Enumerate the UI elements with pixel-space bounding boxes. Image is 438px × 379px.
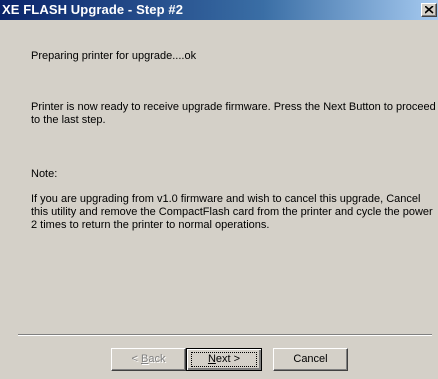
focus-ring xyxy=(191,352,257,367)
status-message: Preparing printer for upgrade....ok xyxy=(31,50,197,62)
ready-message-line2: to the last step. xyxy=(31,114,106,126)
cancel-button[interactable]: Cancel xyxy=(273,348,348,371)
ready-message-line1: Printer is now ready to receive upgrade … xyxy=(31,101,436,113)
back-button[interactable]: < Back xyxy=(111,348,186,371)
next-button[interactable]: Next > xyxy=(186,348,262,371)
cancel-button-label: Cancel xyxy=(293,353,328,365)
note-line2: this utility and remove the CompactFlash… xyxy=(31,206,433,218)
title-bar: XE FLASH Upgrade - Step #2 xyxy=(0,0,438,20)
note-line3: 2 times to return the printer to normal … xyxy=(31,219,270,231)
back-button-label: < Back xyxy=(131,353,166,365)
note-heading: Note: xyxy=(31,168,58,180)
note-line1: If you are upgrading from v1.0 firmware … xyxy=(31,193,421,205)
window-title: XE FLASH Upgrade - Step #2 xyxy=(2,2,184,17)
separator-highlight xyxy=(18,335,432,336)
close-button[interactable] xyxy=(421,3,437,17)
close-icon xyxy=(425,6,434,14)
